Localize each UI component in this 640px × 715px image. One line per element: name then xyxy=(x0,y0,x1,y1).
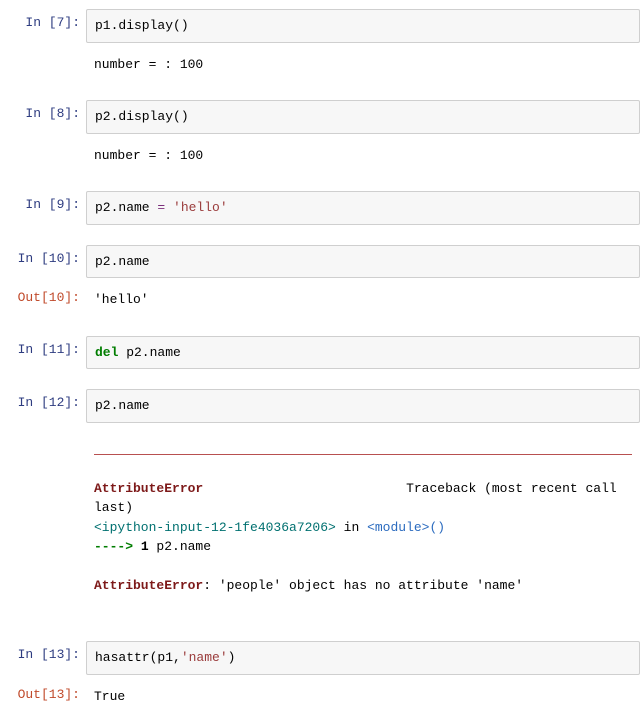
error-line-code: p2.name xyxy=(149,539,211,554)
prompt-in-13: In [13]: xyxy=(0,641,86,662)
prompt-out-10: Out[10]: xyxy=(0,284,86,305)
prompt-in-11: In [11]: xyxy=(0,336,86,357)
cell-13-output: Out[13]: True xyxy=(0,678,640,715)
prompt-out-13: Out[13]: xyxy=(0,681,86,702)
error-separator xyxy=(94,454,632,455)
keyword-del: del xyxy=(95,345,118,360)
error-name-2: AttributeError xyxy=(94,578,203,593)
cell-11-input: In [11]: del p2.name xyxy=(0,333,640,373)
in-word: in xyxy=(336,520,367,535)
code-input-13[interactable]: hasattr(p1,'name') xyxy=(86,641,640,675)
string-literal: 'hello' xyxy=(165,200,227,215)
code-input-9[interactable]: p2.name = 'hello' xyxy=(86,191,640,225)
module-parens: () xyxy=(429,520,445,535)
stdout-8: number = : 100 xyxy=(86,140,640,172)
prompt-blank-8 xyxy=(0,140,86,146)
error-name: AttributeError xyxy=(94,481,203,496)
result-13: True xyxy=(86,681,640,713)
prompt-in-7: In [7]: xyxy=(0,9,86,30)
stdout-7: number = : 100 xyxy=(86,49,640,81)
prompt-blank-7 xyxy=(0,49,86,55)
code-text: hasattr(p1, xyxy=(95,650,181,665)
traceback-12: AttributeError Traceback (most recent ca… xyxy=(86,429,640,622)
code-input-10[interactable]: p2.name xyxy=(86,245,640,279)
error-lineno: 1 xyxy=(141,539,149,554)
cell-10-input: In [10]: p2.name xyxy=(0,242,640,282)
prompt-in-8: In [8]: xyxy=(0,100,86,121)
cell-13-input: In [13]: hasattr(p1,'name') xyxy=(0,638,640,678)
code-input-8[interactable]: p2.display() xyxy=(86,100,640,134)
code-text: p2.name xyxy=(95,200,157,215)
code-input-11[interactable]: del p2.name xyxy=(86,336,640,370)
cell-8-output: number = : 100 xyxy=(0,137,640,175)
module-link[interactable]: <module> xyxy=(367,520,429,535)
code-text: p2.name xyxy=(118,345,180,360)
code-input-7[interactable]: p1.display() xyxy=(86,9,640,43)
cell-12-error: AttributeError Traceback (most recent ca… xyxy=(0,426,640,625)
ipython-input-ref: <ipython-input-12-1fe4036a7206> xyxy=(94,520,336,535)
cell-12-input: In [12]: p2.name xyxy=(0,386,640,426)
prompt-blank-12 xyxy=(0,429,86,435)
error-message: : 'people' object has no attribute 'name… xyxy=(203,578,523,593)
cell-9-input: In [9]: p2.name = 'hello' xyxy=(0,188,640,228)
string-literal: 'name' xyxy=(181,650,228,665)
cell-10-output: Out[10]: 'hello' xyxy=(0,281,640,319)
code-input-12[interactable]: p2.name xyxy=(86,389,640,423)
cell-7-input: In [7]: p1.display() xyxy=(0,6,640,46)
cell-8-input: In [8]: p2.display() xyxy=(0,97,640,137)
result-10: 'hello' xyxy=(86,284,640,316)
code-text: ) xyxy=(228,650,236,665)
arrow-icon: ----> xyxy=(94,539,141,554)
prompt-in-12: In [12]: xyxy=(0,389,86,410)
prompt-in-10: In [10]: xyxy=(0,245,86,266)
cell-7-output: number = : 100 xyxy=(0,46,640,84)
prompt-in-9: In [9]: xyxy=(0,191,86,212)
